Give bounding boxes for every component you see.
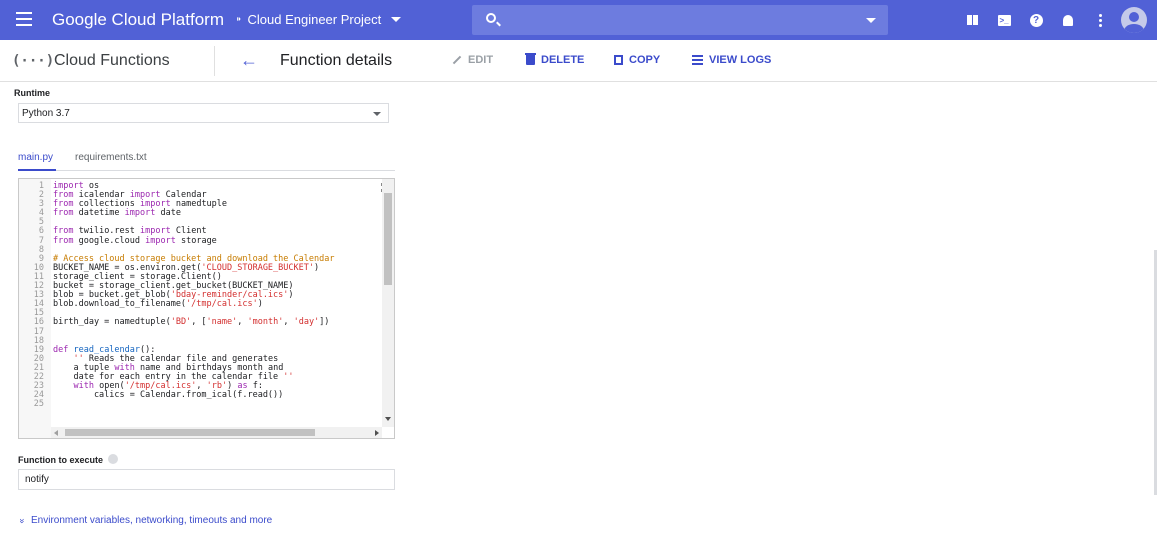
code-line[interactable]: 4 from datetime import date <box>19 209 334 218</box>
notifications-icon[interactable] <box>1055 7 1081 33</box>
search-input[interactable] <box>472 5 888 35</box>
function-to-execute-input[interactable]: notify <box>18 469 395 490</box>
function-to-execute-label: Function to execute <box>18 454 119 465</box>
project-dots-icon: ⁍ <box>236 14 242 26</box>
view-logs-button[interactable]: VIEW LOGS <box>692 54 771 66</box>
code-line[interactable]: 25 <box>19 400 334 409</box>
more-vert-icon[interactable] <box>1087 7 1113 33</box>
code-line[interactable]: 14 blob.download_to_filename('/tmp/cal.ic… <box>19 300 334 309</box>
copy-button[interactable]: COPY <box>614 54 660 66</box>
scrollbar-thumb[interactable] <box>384 193 392 285</box>
code-line[interactable]: 7 from google.cloud import storage <box>19 235 334 246</box>
runtime-value: Python 3.7 <box>22 108 70 119</box>
gift-icon[interactable] <box>959 7 985 33</box>
chevron-down-icon <box>373 112 381 116</box>
code-lines[interactable]: 1 import os 2 from icalendar import Calenda… <box>19 181 335 409</box>
pencil-icon <box>452 55 462 65</box>
runtime-label: Runtime <box>14 88 50 98</box>
edit-button[interactable]: EDIT <box>452 54 493 66</box>
search-icon <box>486 13 496 23</box>
code-text: birth_day = namedtuple('BD', ['name', 'm… <box>53 317 330 328</box>
copy-icon <box>614 55 623 65</box>
logs-icon <box>692 55 703 65</box>
chevron-down-icon <box>391 17 402 22</box>
project-name: Cloud Engineer Project <box>247 12 382 27</box>
code-text: from google.cloud import storage <box>53 235 217 246</box>
top-app-bar: Google Cloud Platform ⁍ Cloud Engineer P… <box>0 0 1157 40</box>
line-number: 25 <box>33 399 44 410</box>
function-label-text: Function to execute <box>18 455 104 465</box>
view-logs-label: VIEW LOGS <box>709 54 772 66</box>
code-line[interactable]: 24 calics = Calendar.from_ical(f.read()) <box>19 391 334 400</box>
back-arrow-icon[interactable]: ← <box>240 50 258 71</box>
code-text: from datetime import date <box>53 208 181 219</box>
vertical-scrollbar[interactable] <box>382 179 394 427</box>
divider <box>214 46 215 76</box>
code-line[interactable]: 17 <box>19 327 334 337</box>
environment-settings-link[interactable]: » Environment variables, networking, tim… <box>17 515 273 526</box>
search-dropdown-icon[interactable] <box>866 18 876 23</box>
cloud-shell-icon[interactable]: >_ <box>991 7 1017 33</box>
delete-label: DELETE <box>541 54 585 66</box>
scroll-left-icon[interactable] <box>54 430 58 436</box>
code-text: blob.download_to_filename('/tmp/cal.ics'… <box>53 299 263 310</box>
delete-button[interactable]: DELETE <box>525 53 585 66</box>
active-tab-indicator <box>18 169 56 171</box>
copy-label: COPY <box>629 54 661 66</box>
help-icon[interactable] <box>108 454 119 464</box>
horizontal-scrollbar[interactable] <box>51 427 382 438</box>
code-text: calics = Calendar.from_ical(f.read()) <box>53 390 284 401</box>
edit-label: EDIT <box>468 54 494 66</box>
product-title: Cloud Functions <box>54 52 170 69</box>
page-title: Function details <box>280 52 393 69</box>
scroll-right-icon[interactable] <box>375 430 379 436</box>
tab-main-py[interactable]: main.py <box>18 152 53 163</box>
menu-icon[interactable] <box>16 12 32 26</box>
environment-link-label: Environment variables, networking, timeo… <box>31 515 273 526</box>
account-avatar[interactable] <box>1121 7 1147 33</box>
page-header: (···) Cloud Functions ← Function details… <box>0 40 1157 82</box>
project-selector[interactable]: ⁍ Cloud Engineer Project <box>236 12 402 27</box>
code-line[interactable]: 16 birth_day = namedtuple('BD', ['name', … <box>19 318 334 327</box>
runtime-select[interactable]: Python 3.7 <box>18 103 389 123</box>
code-editor[interactable]: 1 import os 2 from icalendar import Calenda… <box>18 178 395 439</box>
file-tabs: main.py requirements.txt <box>18 150 395 171</box>
trash-icon <box>525 53 536 65</box>
help-icon[interactable]: ? <box>1023 7 1049 33</box>
scrollbar-thumb[interactable] <box>65 429 315 436</box>
platform-title[interactable]: Google Cloud Platform <box>52 10 224 30</box>
scroll-down-icon[interactable] <box>385 417 391 421</box>
tab-requirements-txt[interactable]: requirements.txt <box>75 152 147 163</box>
double-chevron-down-icon: » <box>17 517 28 524</box>
cloud-functions-icon: (···) <box>12 53 55 69</box>
